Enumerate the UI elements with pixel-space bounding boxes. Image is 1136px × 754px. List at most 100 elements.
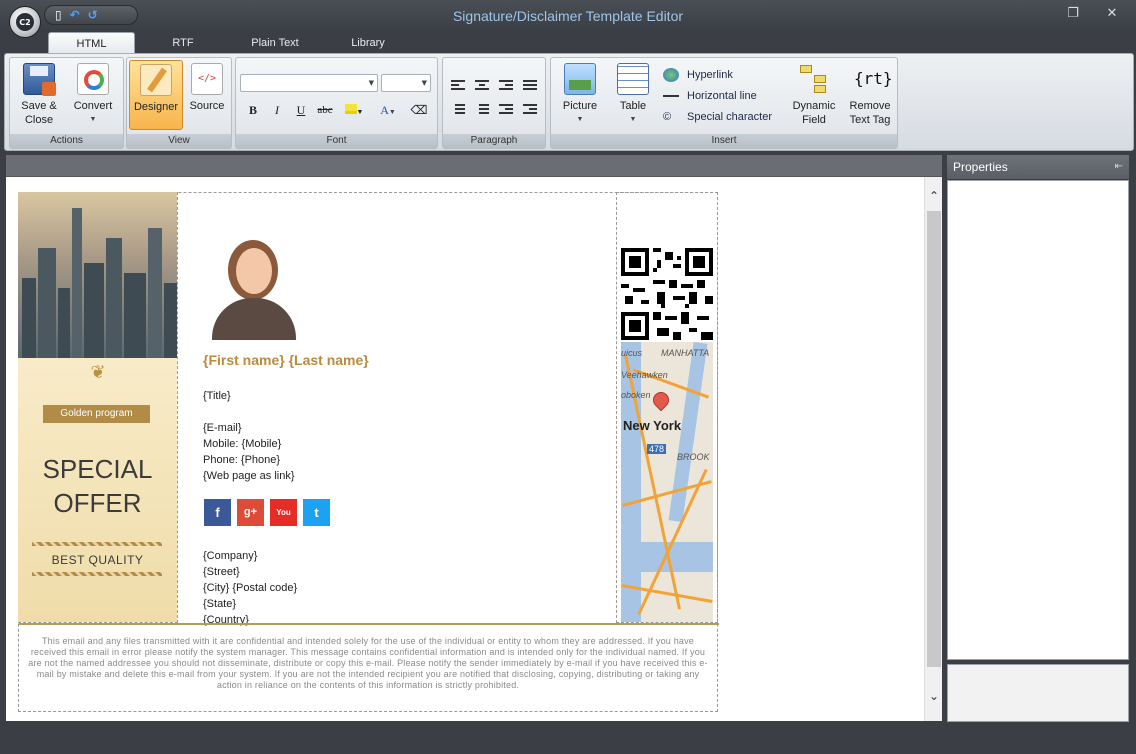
- signature-template: ❦ Golden program SPECIAL OFFER BEST QUAL…: [18, 192, 719, 712]
- profile-photo[interactable]: [204, 232, 304, 340]
- city-field[interactable]: {City} {Postal code}: [203, 580, 297, 596]
- convert-label: Convert: [73, 100, 113, 112]
- chevron-down-icon: ▼: [576, 116, 584, 123]
- align-right-icon[interactable]: [495, 78, 517, 96]
- bold-button[interactable]: B: [242, 100, 264, 120]
- window-title: Signature/Disclaimer Template Editor: [452, 8, 684, 24]
- country-field[interactable]: {Country}: [203, 612, 249, 628]
- disclaimer-text[interactable]: This email and any files transmitted wit…: [28, 636, 708, 691]
- table-button[interactable]: Table ▼: [609, 60, 657, 130]
- map-image[interactable]: uicus MANHATTA Veehawken oboken BROOK 47…: [621, 342, 713, 622]
- map-city-label: New York: [623, 418, 682, 433]
- pin-icon[interactable]: ⇤: [1115, 155, 1123, 179]
- qr-code-graphic: [621, 248, 713, 340]
- highlight-icon: [344, 104, 357, 114]
- bullet-list-icon[interactable]: [447, 102, 469, 120]
- tab-rtf[interactable]: RTF: [152, 32, 214, 54]
- special-character-button[interactable]: © Special character: [663, 107, 772, 127]
- hyperlink-button[interactable]: Hyperlink: [663, 65, 733, 85]
- map-pin-icon: [649, 388, 673, 412]
- hyperlink-globe-icon: [663, 68, 679, 82]
- highlight-button[interactable]: ▼: [340, 100, 368, 120]
- google-plus-icon[interactable]: g+: [237, 499, 264, 526]
- youtube-icon[interactable]: You: [270, 499, 297, 526]
- ribbon-tabs: HTML RTF Plain Text Library: [0, 32, 1136, 54]
- name-field[interactable]: {First name} {Last name}: [203, 352, 369, 368]
- street-field[interactable]: {Street}: [203, 564, 240, 580]
- scroll-down-icon[interactable]: ⌄: [925, 689, 943, 703]
- underline-button[interactable]: U: [290, 100, 312, 120]
- special-line: SPECIAL: [42, 454, 153, 484]
- tab-library[interactable]: Library: [332, 32, 404, 54]
- app-logo-icon: C2: [16, 13, 34, 31]
- editor-scrollbar[interactable]: ⌃ ⌄: [924, 177, 942, 721]
- numbered-list-icon[interactable]: [471, 102, 493, 120]
- increase-indent-icon[interactable]: [519, 102, 541, 120]
- web-field[interactable]: {Web page as link}: [203, 468, 295, 484]
- email-field[interactable]: {E-mail}: [203, 420, 242, 436]
- properties-description: [947, 664, 1129, 722]
- city-skyline-image: [18, 192, 177, 358]
- tab-plain-text[interactable]: Plain Text: [236, 32, 314, 54]
- clear-format-icon[interactable]: ⌫: [408, 100, 430, 120]
- align-left-icon[interactable]: [447, 78, 469, 96]
- scroll-up-icon[interactable]: ⌃: [925, 189, 943, 203]
- offer-line: OFFER: [53, 488, 142, 518]
- convert-button[interactable]: Convert ▼: [67, 60, 119, 130]
- properties-title: Properties: [953, 160, 1008, 174]
- scroll-thumb[interactable]: [927, 211, 941, 667]
- mobile-field[interactable]: Mobile: {Mobile}: [203, 436, 281, 452]
- source-button[interactable]: </> Source: [185, 60, 229, 130]
- font-name-select[interactable]: ▼: [240, 74, 378, 92]
- picture-button[interactable]: Picture ▼: [555, 60, 605, 130]
- save-close-button[interactable]: Save & Close: [13, 60, 65, 130]
- offer-banner[interactable]: ❦ Golden program SPECIAL OFFER BEST QUAL…: [18, 192, 177, 622]
- designer-pencil-icon: [140, 64, 172, 96]
- view-caption: View: [127, 134, 231, 148]
- source-code-icon: </>: [191, 63, 223, 95]
- save-close-label: Save & Close: [21, 100, 57, 126]
- italic-button[interactable]: I: [266, 100, 288, 120]
- properties-panel-header: Properties ⇤: [947, 155, 1129, 179]
- editor-header: [6, 155, 942, 177]
- chevron-down-icon: ▼: [356, 108, 364, 116]
- qr-code-image[interactable]: [621, 248, 713, 340]
- close-window-icon[interactable]: ✕: [1101, 6, 1123, 21]
- horizontal-line-button[interactable]: Horizontal line: [663, 86, 757, 106]
- facebook-icon[interactable]: f: [204, 499, 231, 526]
- design-canvas[interactable]: ❦ Golden program SPECIAL OFFER BEST QUAL…: [6, 177, 924, 721]
- designer-button[interactable]: Designer: [129, 60, 183, 130]
- font-color-button[interactable]: A▼: [374, 100, 402, 120]
- strikethrough-button[interactable]: abc: [314, 100, 336, 120]
- title-field[interactable]: {Title}: [203, 388, 231, 404]
- best-quality-label: BEST QUALITY: [51, 553, 144, 567]
- map-label: BROOK: [677, 452, 710, 462]
- state-field[interactable]: {State}: [203, 596, 236, 612]
- golden-program-label: Golden program: [43, 405, 150, 423]
- justify-icon[interactable]: [519, 78, 541, 96]
- map-label: MANHATTA: [661, 348, 710, 358]
- paragraph-caption: Paragraph: [443, 134, 545, 148]
- restore-window-icon[interactable]: ❐: [1062, 6, 1084, 21]
- decrease-indent-icon[interactable]: [495, 102, 517, 120]
- actions-group: Save & Close Convert ▼ Actions: [9, 57, 124, 149]
- tab-html[interactable]: HTML: [48, 32, 135, 54]
- map-label: oboken: [621, 390, 651, 400]
- dynamic-field-button[interactable]: Dynamic Field: [787, 60, 841, 130]
- remove-text-tag-button[interactable]: {rt} Remove Text Tag: [845, 60, 895, 130]
- phone-field[interactable]: Phone: {Phone}: [203, 452, 280, 468]
- horizontal-line-label: Horizontal line: [687, 90, 757, 102]
- horizontal-line-icon: [663, 95, 679, 97]
- application-menu-button[interactable]: C2: [9, 6, 41, 38]
- table-icon: [617, 63, 649, 95]
- twitter-icon[interactable]: t: [303, 499, 330, 526]
- app-window: C2 ▯ ↶ ↺ Signature/Disclaimer Template E…: [0, 0, 1136, 754]
- company-field[interactable]: {Company}: [203, 548, 257, 564]
- ribbon: Save & Close Convert ▼ Actions Designer …: [4, 53, 1134, 151]
- font-group: ▼ ▼ B I U abc ▼ A▼ ⌫ Font: [235, 57, 438, 149]
- chevron-down-icon: ▼: [89, 116, 97, 123]
- align-center-icon[interactable]: [471, 78, 493, 96]
- table-label: Table: [619, 100, 647, 112]
- properties-grid[interactable]: [947, 180, 1129, 660]
- font-size-select[interactable]: ▼: [381, 74, 431, 92]
